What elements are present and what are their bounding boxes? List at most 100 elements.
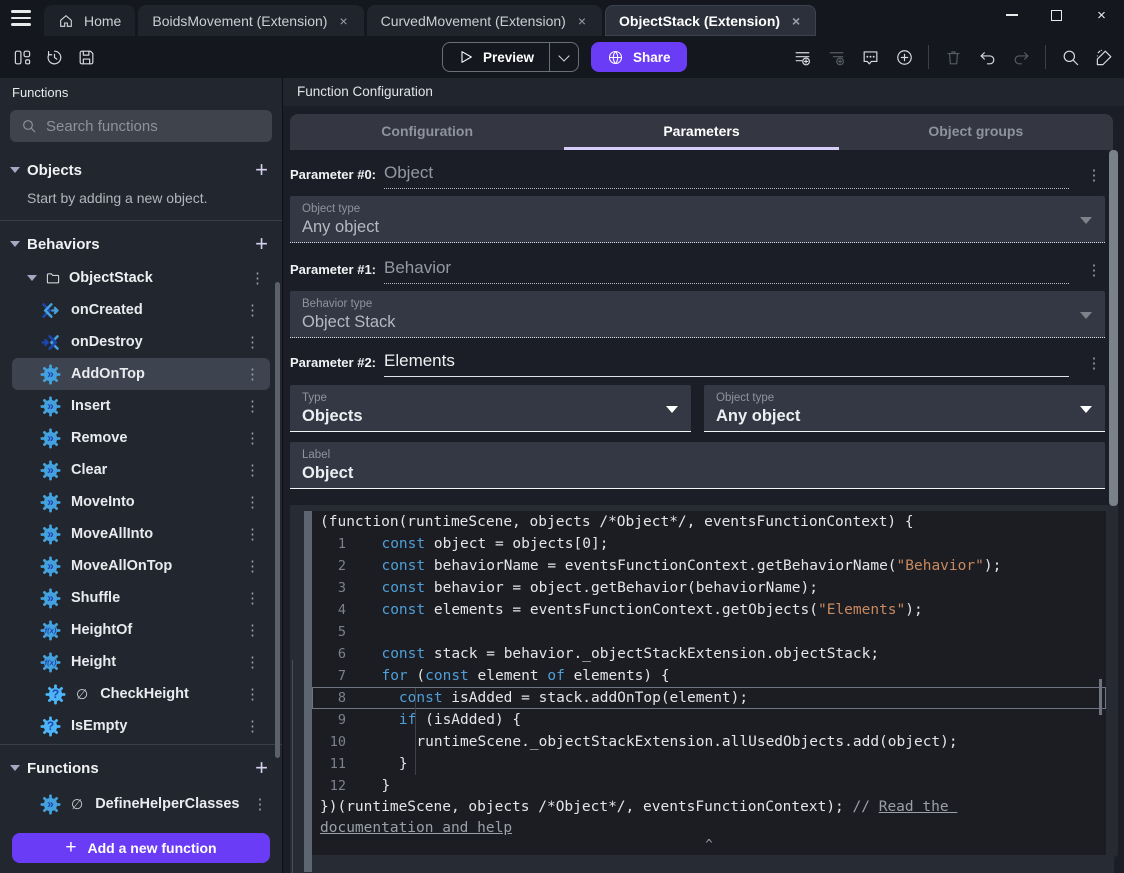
item-menu-button[interactable]: ⋮ [242, 685, 263, 703]
event-drag-handle[interactable] [304, 511, 312, 872]
sidebar-item-insert[interactable]: » Insert ⋮ [12, 390, 270, 422]
tab-curvedmovement[interactable]: CurvedMovement (Extension) × [366, 5, 602, 36]
add-comment-icon[interactable] [856, 43, 884, 71]
parameter-menu-button[interactable]: ⋮ [1083, 261, 1105, 284]
share-button[interactable]: Share [591, 42, 687, 72]
code-line-7[interactable]: 7 for (const element of elements) { [312, 665, 1106, 687]
preview-options-button[interactable] [550, 43, 578, 71]
sidebar-item-oncreated[interactable]: onCreated ⋮ [12, 294, 270, 326]
preview-button[interactable]: Preview [443, 43, 549, 71]
maximize-button[interactable] [1034, 0, 1079, 30]
folder-menu-button[interactable]: ⋮ [247, 269, 268, 287]
tab-parameters[interactable]: Parameters [564, 114, 839, 150]
tab-configuration[interactable]: Configuration [290, 114, 565, 150]
add-behavior-button[interactable]: + [255, 233, 268, 255]
code-line-11[interactable]: 11 } [312, 753, 1106, 775]
tab-boidsmovement[interactable]: BoidsMovement (Extension) × [138, 5, 364, 36]
sidebar-item-clear[interactable]: » Clear ⋮ [12, 454, 270, 486]
add-object-button[interactable]: + [255, 159, 268, 181]
functions-section-header[interactable]: Functions + [0, 748, 282, 788]
parameter-name-field[interactable]: Elements [384, 351, 1069, 377]
item-menu-button[interactable]: ⋮ [242, 589, 263, 607]
sidebar-item-shuffle[interactable]: » Shuffle ⋮ [12, 582, 270, 614]
fold-caret-icon[interactable]: ^ [705, 837, 712, 851]
close-icon[interactable]: × [576, 13, 588, 29]
item-menu-button[interactable]: ⋮ [242, 301, 263, 319]
sidebar-item-moveallinto[interactable]: » MoveAllInto ⋮ [12, 518, 270, 550]
code-line-2[interactable]: 2 const behaviorName = eventsFunctionCon… [312, 555, 1106, 577]
parameter-name-field[interactable]: Object [384, 163, 1069, 189]
close-icon[interactable]: × [337, 13, 349, 29]
sidebar-item-definehelperclasses[interactable]: » ∅ DefineHelperClasses ⋮ [12, 788, 270, 820]
type-dropdown[interactable]: Type Objects [290, 385, 691, 432]
object-type-dropdown[interactable]: Object type Any object [704, 385, 1105, 432]
item-menu-button[interactable]: ⋮ [242, 397, 263, 415]
item-menu-button[interactable]: ⋮ [242, 621, 263, 639]
tab-object-groups[interactable]: Object groups [838, 114, 1113, 150]
code-line-9[interactable]: 9 if (isAdded) { [312, 709, 1106, 731]
sidebar-item-addontop[interactable]: » AddOnTop ⋮ [12, 358, 270, 390]
parameter-name-field[interactable]: Behavior [384, 258, 1069, 284]
code-line-10[interactable]: 10 runtimeScene._objectStackExtension.al… [312, 731, 1106, 753]
add-circle-icon[interactable] [890, 43, 918, 71]
code-line-1[interactable]: 1 const object = objects[0]; [312, 533, 1106, 555]
sidebar-scrollbar[interactable] [275, 282, 280, 758]
trash-icon[interactable] [939, 43, 967, 71]
sidebar-item-remove[interactable]: » Remove ⋮ [12, 422, 270, 454]
add-subevent-icon[interactable] [822, 43, 850, 71]
add-a-new-function-button[interactable]: + Add a new function [12, 833, 270, 863]
collapse-caret-icon[interactable] [27, 275, 37, 281]
code-line-3[interactable]: 3 const behavior = object.getBehavior(be… [312, 577, 1106, 599]
sidebar-item-moveinto[interactable]: » MoveInto ⋮ [12, 486, 270, 518]
code-line-5[interactable]: 5 [312, 621, 1106, 643]
collapse-caret-icon[interactable] [10, 765, 20, 771]
add-free-function-button[interactable]: + [255, 757, 268, 779]
save-icon[interactable] [72, 43, 100, 71]
sidebar-item-height[interactable]: f(x) Height ⋮ [12, 646, 270, 678]
collapse-caret-icon[interactable] [10, 167, 20, 173]
item-menu-button[interactable]: ⋮ [249, 795, 270, 813]
object-type-dropdown[interactable]: Object type Any object [290, 196, 1105, 243]
code-line-4[interactable]: 4 const elements = eventsFunctionContext… [312, 599, 1106, 621]
history-icon[interactable] [40, 43, 68, 71]
item-menu-button[interactable]: ⋮ [242, 493, 263, 511]
item-menu-button[interactable]: ⋮ [242, 525, 263, 543]
sidebar-item-moveallontop[interactable]: » MoveAllOnTop ⋮ [12, 550, 270, 582]
tab-home[interactable]: Home [44, 5, 136, 36]
tab-objectstack[interactable]: ObjectStack (Extension) × [605, 5, 817, 36]
code-line-6[interactable]: 6 const stack = behavior._objectStackExt… [312, 643, 1106, 665]
close-window-button[interactable]: × [1079, 0, 1124, 30]
main-scrollbar-thumb[interactable] [1109, 150, 1118, 506]
sidebar-item-checkheight[interactable]: ? ∅ CheckHeight ⋮ [12, 678, 270, 710]
close-icon[interactable]: × [790, 13, 802, 29]
undo-icon[interactable] [973, 43, 1001, 71]
search-icon[interactable] [1056, 43, 1084, 71]
main-menu-button[interactable] [0, 0, 42, 36]
item-menu-button[interactable]: ⋮ [242, 333, 263, 351]
item-menu-button[interactable]: ⋮ [242, 717, 263, 735]
item-menu-button[interactable]: ⋮ [242, 653, 263, 671]
item-menu-button[interactable]: ⋮ [242, 461, 263, 479]
sidebar-item-isempty[interactable]: ? IsEmpty ⋮ [12, 710, 270, 742]
search-functions-input[interactable]: Search functions [10, 110, 272, 142]
sidebar-item-ondestroy[interactable]: onDestroy ⋮ [12, 326, 270, 358]
magic-pen-icon[interactable] [1090, 43, 1118, 71]
behavior-type-dropdown[interactable]: Behavior type Object Stack [290, 291, 1105, 338]
add-event-icon[interactable] [788, 43, 816, 71]
parameter-menu-button[interactable]: ⋮ [1083, 354, 1105, 377]
panels-layout-icon[interactable] [8, 43, 36, 71]
behaviors-section-header[interactable]: Behaviors + [0, 224, 282, 264]
collapse-caret-icon[interactable] [10, 241, 20, 247]
item-menu-button[interactable]: ⋮ [242, 557, 263, 575]
code-line-12[interactable]: 12 } [312, 775, 1106, 797]
objects-section-header[interactable]: Objects + [0, 150, 282, 190]
item-menu-button[interactable]: ⋮ [242, 429, 263, 447]
item-menu-button[interactable]: ⋮ [242, 365, 263, 383]
redo-icon[interactable] [1007, 43, 1035, 71]
parameter-menu-button[interactable]: ⋮ [1083, 166, 1105, 189]
sidebar-item-heightof[interactable]: f(x) HeightOf ⋮ [12, 614, 270, 646]
sidebar-item-containsbetween[interactable]: ?ContainsBetween⋮ [12, 820, 270, 826]
behavior-folder-objectstack[interactable]: ObjectStack ⋮ [0, 264, 282, 294]
minimize-button[interactable] [989, 0, 1034, 30]
code-line-8[interactable]: 8 const isAdded = stack.addOnTop(element… [312, 687, 1106, 709]
